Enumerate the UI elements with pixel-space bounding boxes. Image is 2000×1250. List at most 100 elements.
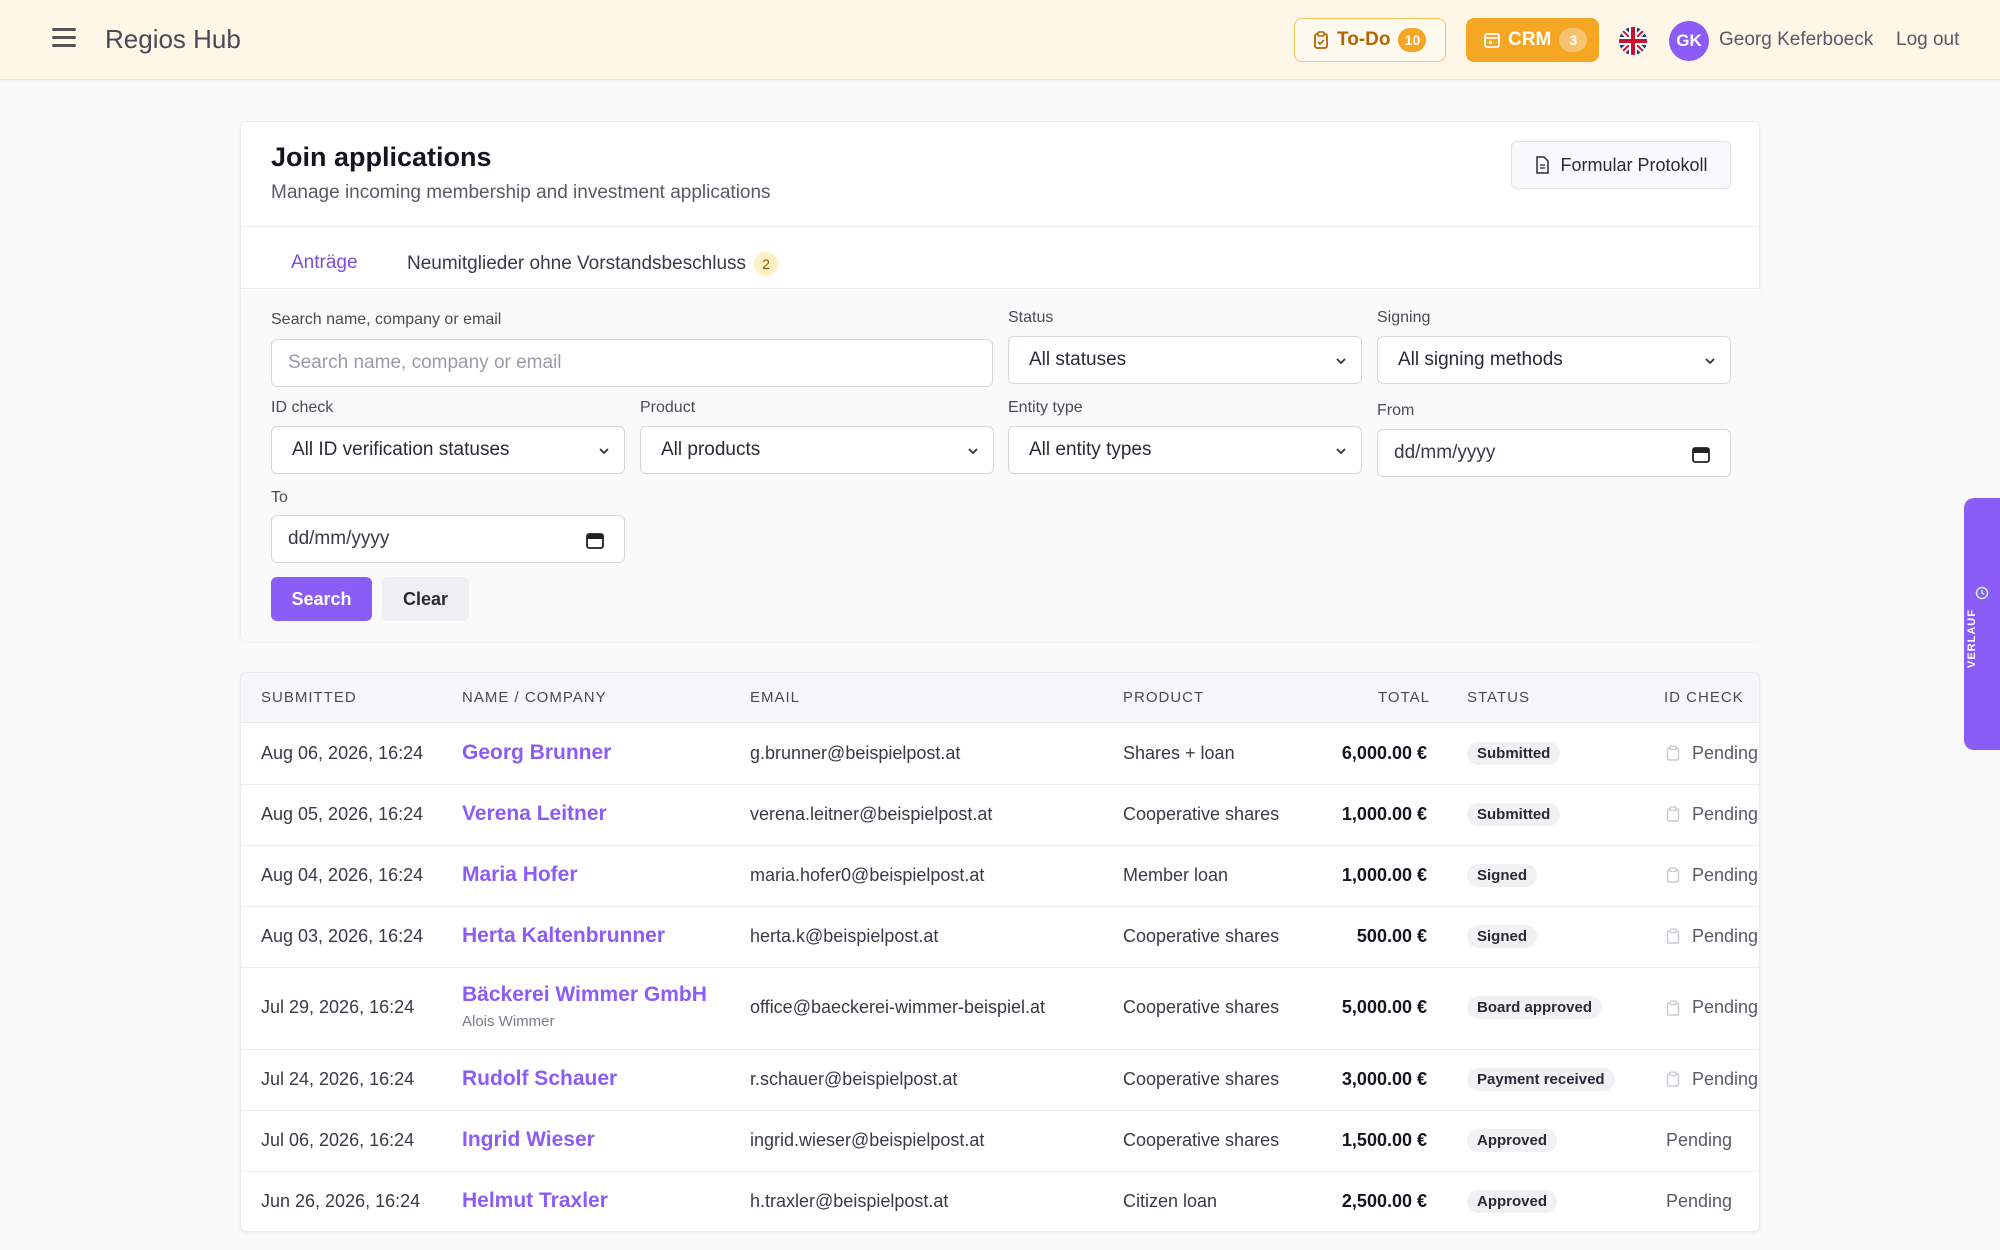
total-cell: 1,000.00 € (1341, 864, 1427, 885)
table-row[interactable]: Aug 06, 2026, 16:24 Georg Brunner g.brunne… (241, 724, 1759, 785)
table-row[interactable]: Jul 29, 2026, 16:24 Bäckerei Wimmer GmbH A… (241, 968, 1759, 1050)
chevron-down-icon (599, 448, 609, 455)
table-row[interactable]: Jul 24, 2026, 16:24 Rudolf Schauer r.schau… (241, 1050, 1759, 1111)
avatar[interactable]: GK (1669, 21, 1709, 61)
name-link[interactable]: Bäckerei Wimmer GmbH (462, 983, 707, 1007)
table-row[interactable]: Jul 06, 2026, 16:24 Ingrid Wieser ingrid.w… (241, 1111, 1759, 1172)
name-link[interactable]: Maria Hofer (462, 863, 578, 887)
verlauf-side-tab[interactable]: VERLAUF (1964, 498, 2000, 750)
page-subtitle: Manage incoming membership and investmen… (271, 182, 771, 203)
product-cell: Citizen loan (1123, 1190, 1218, 1211)
submitted-cell: Jul 29, 2026, 16:24 (261, 997, 415, 1017)
table-row[interactable]: Aug 04, 2026, 16:24 Maria Hofer maria.hofe… (241, 846, 1759, 907)
status-select[interactable]: All statuses (1008, 336, 1362, 384)
todo-button[interactable]: To-Do 10 (1294, 18, 1446, 62)
tab-label: Anträge (291, 252, 358, 273)
total-cell: 6,000.00 € (1341, 742, 1427, 763)
id-check-cell: Pending (1666, 1191, 1732, 1212)
name-link[interactable]: Helmut Traxler (462, 1189, 608, 1213)
product-cell: Cooperative shares (1123, 1068, 1280, 1089)
total-cell: 500.00 € (1356, 925, 1427, 946)
calendar-icon[interactable] (1692, 445, 1710, 463)
column-header-name[interactable]: NAME / COMPANY (462, 673, 607, 723)
table-row[interactable]: Aug 03, 2026, 16:24 Herta Kaltenbrunner he… (241, 907, 1759, 968)
top-bar: Regios Hub To-Do 10 CRM 3 GK Georg Kefer… (0, 0, 2000, 80)
clipboard-icon (1666, 1071, 1680, 1087)
logout-link[interactable]: Log out (1896, 29, 1959, 51)
formular-protokoll-button[interactable]: Formular Protokoll (1511, 141, 1731, 189)
tab-count-badge: 2 (754, 252, 779, 276)
name-link[interactable]: Rudolf Schauer (462, 1067, 617, 1091)
product-value: All products (661, 439, 761, 460)
column-header-email[interactable]: EMAIL (750, 673, 800, 723)
id-check-label: ID check (271, 399, 334, 416)
status-badge: Board approved (1467, 996, 1603, 1019)
status-badge: Signed (1467, 863, 1538, 887)
column-header-id-check[interactable]: ID CHECK (1664, 673, 1744, 723)
status-badge: Signed (1467, 924, 1538, 948)
submitted-cell: Aug 05, 2026, 16:24 (261, 803, 424, 824)
todo-label: To-Do (1337, 29, 1391, 50)
crm-button[interactable]: CRM 3 (1466, 18, 1599, 62)
id-check-status: Pending (1666, 1129, 1733, 1150)
id-check-cell: Pending (1666, 804, 1758, 825)
tab-neumitglieder[interactable]: Neumitglieder ohne Vorstandsbeschluss 2 (407, 252, 779, 292)
uk-flag-icon[interactable] (1619, 27, 1647, 55)
status-badge: Payment received (1467, 1067, 1615, 1091)
document-icon (1536, 156, 1550, 174)
submitted-cell: Jun 26, 2026, 16:24 (261, 1190, 421, 1211)
submitted-cell: Aug 03, 2026, 16:24 (261, 925, 424, 946)
clipboard-icon (1666, 999, 1680, 1016)
divider (241, 226, 1761, 227)
name-link[interactable]: Ingrid Wieser (462, 1128, 595, 1152)
tab-antraege[interactable]: Anträge (271, 252, 378, 292)
contact-name: Alois Wimmer (462, 1013, 555, 1030)
id-check-status: Pending (1692, 997, 1759, 1017)
email-cell: ingrid.wieser@beispielpost.at (750, 1129, 985, 1150)
table-row[interactable]: Aug 05, 2026, 16:24 Verena Leitner verena.… (241, 785, 1759, 846)
status-badge: Approved (1467, 1128, 1558, 1152)
applications-card: Join applications Manage incoming member… (240, 121, 1761, 641)
signing-value: All signing methods (1398, 349, 1563, 370)
search-input[interactable]: Search name, company or email (271, 339, 993, 387)
name-link[interactable]: Georg Brunner (462, 741, 611, 765)
chevron-down-icon (1705, 358, 1715, 365)
status-badge-cell: Board approved (1467, 996, 1603, 1019)
clock-icon (1975, 586, 1989, 600)
column-header-total[interactable]: TOTAL (1378, 673, 1430, 723)
menu-icon[interactable] (52, 28, 76, 52)
id-check-status: Pending (1692, 742, 1759, 763)
to-label: To (271, 489, 288, 506)
crm-count-badge: 3 (1559, 28, 1588, 52)
submitted-cell: Jul 06, 2026, 16:24 (261, 1129, 415, 1150)
from-date-input[interactable]: dd/mm/yyyy (1377, 429, 1731, 477)
calendar-icon (1484, 33, 1500, 48)
search-button[interactable]: Search (271, 577, 372, 621)
product-select[interactable]: All products (640, 426, 994, 474)
id-check-cell: Pending (1666, 743, 1758, 764)
verlauf-label: VERLAUF (1966, 609, 1978, 668)
clear-button[interactable]: Clear (382, 577, 469, 621)
product-cell: Cooperative shares (1123, 997, 1280, 1017)
column-header-submitted[interactable]: SUBMITTED (261, 673, 357, 723)
column-header-status[interactable]: STATUS (1467, 673, 1530, 723)
entity-type-value: All entity types (1029, 439, 1152, 460)
crm-label: CRM (1508, 29, 1552, 50)
id-check-status: Pending (1692, 1068, 1759, 1089)
name-link[interactable]: Herta Kaltenbrunner (462, 924, 665, 948)
table-row[interactable]: Jun 26, 2026, 16:24 Helmut Traxler h.traxl… (241, 1172, 1759, 1231)
product-cell: Cooperative shares (1123, 1129, 1280, 1150)
id-check-select[interactable]: All ID verification statuses (271, 426, 625, 474)
to-date-input[interactable]: dd/mm/yyyy (271, 515, 625, 563)
column-header-product[interactable]: PRODUCT (1123, 673, 1204, 723)
name-link[interactable]: Verena Leitner (462, 802, 607, 826)
status-badge-cell: Approved (1467, 1189, 1558, 1213)
product-cell: Shares + loan (1123, 742, 1235, 763)
calendar-icon[interactable] (586, 531, 604, 549)
total-cell: 1,000.00 € (1341, 803, 1427, 824)
entity-type-select[interactable]: All entity types (1008, 426, 1362, 474)
signing-select[interactable]: All signing methods (1377, 336, 1731, 384)
total-cell: 3,000.00 € (1341, 1068, 1427, 1089)
id-check-cell: Pending (1666, 1130, 1732, 1151)
to-placeholder: dd/mm/yyyy (288, 528, 390, 549)
